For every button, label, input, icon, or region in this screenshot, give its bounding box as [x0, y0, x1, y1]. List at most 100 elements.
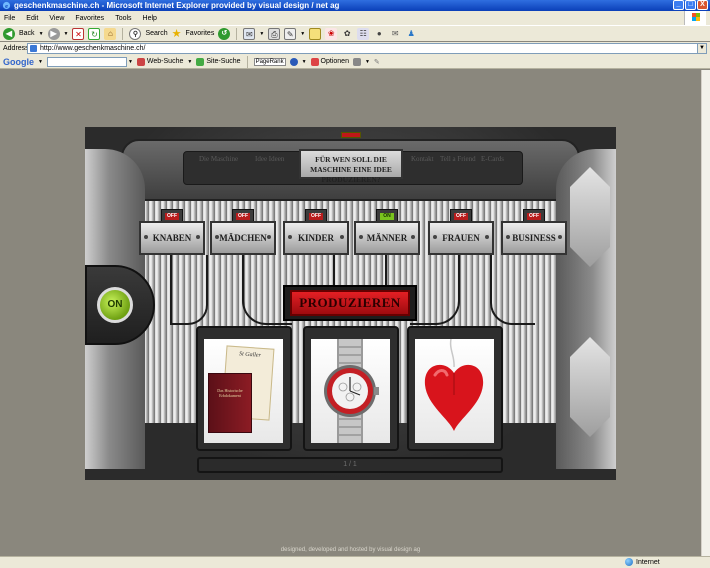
folder-dropdown-icon[interactable]: ▼ [365, 59, 370, 65]
standard-toolbar: ◀ Back ▼ ▶ ▼ ✕ ↻ ⌂ ⚲ Search ★ Favorites … [0, 25, 710, 41]
cable [315, 255, 335, 287]
folder-icon[interactable] [309, 27, 322, 40]
nav-link-tell-a-friend[interactable]: Tell a Friend [440, 155, 476, 163]
cable [385, 255, 405, 287]
gift-image-book[interactable]: St Galler Das Historische Erbdokument [204, 339, 283, 443]
watch-icon [324, 339, 379, 443]
window-title: geschenkmaschine.ch - Microsoft Internet… [14, 1, 340, 10]
cable [410, 255, 460, 325]
security-zone: Internet [625, 558, 660, 566]
category-maedchen-button[interactable]: MÄDCHEN [210, 221, 276, 255]
status-bar: Internet [0, 556, 710, 568]
pagerank-indicator[interactable]: PageRank [253, 57, 286, 66]
menu-file[interactable]: File [4, 15, 15, 22]
favorites-button-label[interactable]: Favorites [186, 30, 215, 37]
nav-link-contact[interactable]: Kontakt [411, 155, 434, 163]
research-icon[interactable]: ☷ [357, 27, 370, 40]
close-button[interactable]: X [697, 0, 708, 10]
category-frauen-button[interactable]: FRAUEN [428, 221, 494, 255]
mail-icon[interactable]: ✉ [243, 27, 256, 40]
search-button-label[interactable]: Search [145, 30, 167, 37]
result-pager[interactable]: 1 / 1 [197, 457, 503, 473]
address-dropdown-icon[interactable]: ▼ [697, 44, 706, 53]
nav-link-ideas[interactable]: Idee Ideen [255, 155, 284, 163]
minimize-button[interactable]: _ [673, 0, 684, 10]
menu-view[interactable]: View [49, 15, 64, 22]
nav-link-machine[interactable]: Die Maschine [199, 155, 238, 163]
maximize-button[interactable]: □ [685, 0, 696, 10]
site-search-icon [196, 57, 205, 66]
footer-credit: designed, developed and hosted by visual… [280, 547, 421, 553]
flower-icon[interactable]: ✿ [341, 28, 353, 40]
book-title: St Galler [238, 351, 262, 359]
web-search-button[interactable]: Web-Suche [136, 57, 183, 66]
search-icon[interactable]: ⚲ [129, 27, 142, 40]
gift-image-watch[interactable] [311, 339, 390, 443]
power-on-button[interactable]: ON [97, 287, 133, 323]
vertical-scrollbar[interactable] [701, 70, 710, 556]
category-maenner-button[interactable]: MÄNNER [354, 221, 420, 255]
google-input-dropdown-icon[interactable]: ▼ [128, 59, 133, 65]
address-input[interactable]: http://www.geschenkmaschine.ch/ ▼ [27, 43, 707, 54]
web-search-icon [136, 57, 145, 66]
edit-icon[interactable]: ✎ [284, 27, 297, 40]
back-arrow-icon[interactable]: ◀ [3, 27, 15, 40]
folder-small-icon[interactable] [352, 57, 361, 66]
person-icon[interactable]: ♟ [405, 28, 417, 40]
gift-image-heart-mouse[interactable] [415, 339, 494, 443]
window-controls: _ □ X [673, 0, 708, 10]
web-search-dropdown-icon[interactable]: ▼ [187, 59, 192, 65]
history-icon[interactable]: ↺ [218, 27, 231, 40]
category-knaben-button[interactable]: KNABEN [139, 221, 205, 255]
toolbar-separator [122, 27, 124, 40]
category-business-button[interactable]: BUSINESS [501, 221, 567, 255]
heart-mouse-icon [424, 339, 484, 431]
menu-bar: File Edit View Favorites Tools Help [0, 11, 710, 25]
favorites-star-icon[interactable]: ★ [172, 27, 182, 40]
produce-button[interactable]: PRODUZIEREN [290, 290, 410, 316]
site-search-button[interactable]: Site-Suche [196, 57, 241, 66]
book-cover: Das Historische Erbdokument [208, 373, 252, 433]
options-icon [310, 57, 319, 66]
machine-right-hex-bottom [570, 337, 610, 437]
info-dropdown-icon[interactable]: ▼ [302, 59, 307, 65]
page-icon [30, 45, 37, 52]
options-label: Optionen [320, 58, 349, 65]
title-bar: e geschenkmaschine.ch - Microsoft Intern… [0, 0, 710, 11]
home-icon[interactable]: ⌂ [104, 27, 117, 40]
svg-text:e: e [5, 3, 8, 10]
refresh-icon[interactable]: ↻ [88, 27, 101, 40]
messenger-icon[interactable]: ● [373, 28, 385, 40]
menu-edit[interactable]: Edit [26, 15, 38, 22]
menu-favorites[interactable]: Favorites [75, 15, 104, 22]
menu-help[interactable]: Help [143, 15, 157, 22]
nav-link-ecards[interactable]: E-Cards [481, 155, 504, 163]
book-subtitle: Das Historische Erbdokument [217, 388, 243, 398]
back-dropdown-icon[interactable]: ▼ [39, 31, 44, 37]
gift-machine: Die Maschine Idee Ideen Kontakt Tell a F… [85, 127, 616, 480]
edit-dropdown-icon[interactable]: ▼ [300, 31, 305, 37]
pencil-icon[interactable]: ✎ [374, 58, 380, 66]
cable [170, 255, 208, 325]
back-button-label[interactable]: Back [19, 30, 35, 37]
forward-arrow-icon[interactable]: ▶ [47, 27, 60, 40]
address-bar: Address http://www.geschenkmaschine.ch/ … [0, 42, 710, 55]
mail-dropdown-icon[interactable]: ▼ [259, 31, 264, 37]
discuss-icon[interactable]: ✉ [389, 28, 401, 40]
ribbon-icon[interactable]: ❀ [325, 27, 338, 40]
options-button[interactable]: Optionen [310, 57, 349, 66]
stop-icon[interactable]: ✕ [72, 27, 85, 40]
top-indicator-light [341, 132, 361, 138]
category-kinder-button[interactable]: KINDER [283, 221, 349, 255]
google-search-input[interactable] [46, 56, 127, 67]
toolbar-separator [236, 27, 238, 40]
google-dropdown-icon[interactable]: ▼ [38, 59, 43, 65]
pagerank-label: PageRank [253, 57, 286, 66]
menu-tools[interactable]: Tools [115, 15, 131, 22]
google-logo[interactable]: Google [3, 57, 34, 67]
info-icon[interactable] [289, 57, 298, 66]
cable [490, 255, 535, 325]
ie-icon: e [2, 1, 11, 10]
print-icon[interactable]: ⎙ [268, 27, 281, 40]
forward-dropdown-icon[interactable]: ▼ [64, 31, 69, 37]
